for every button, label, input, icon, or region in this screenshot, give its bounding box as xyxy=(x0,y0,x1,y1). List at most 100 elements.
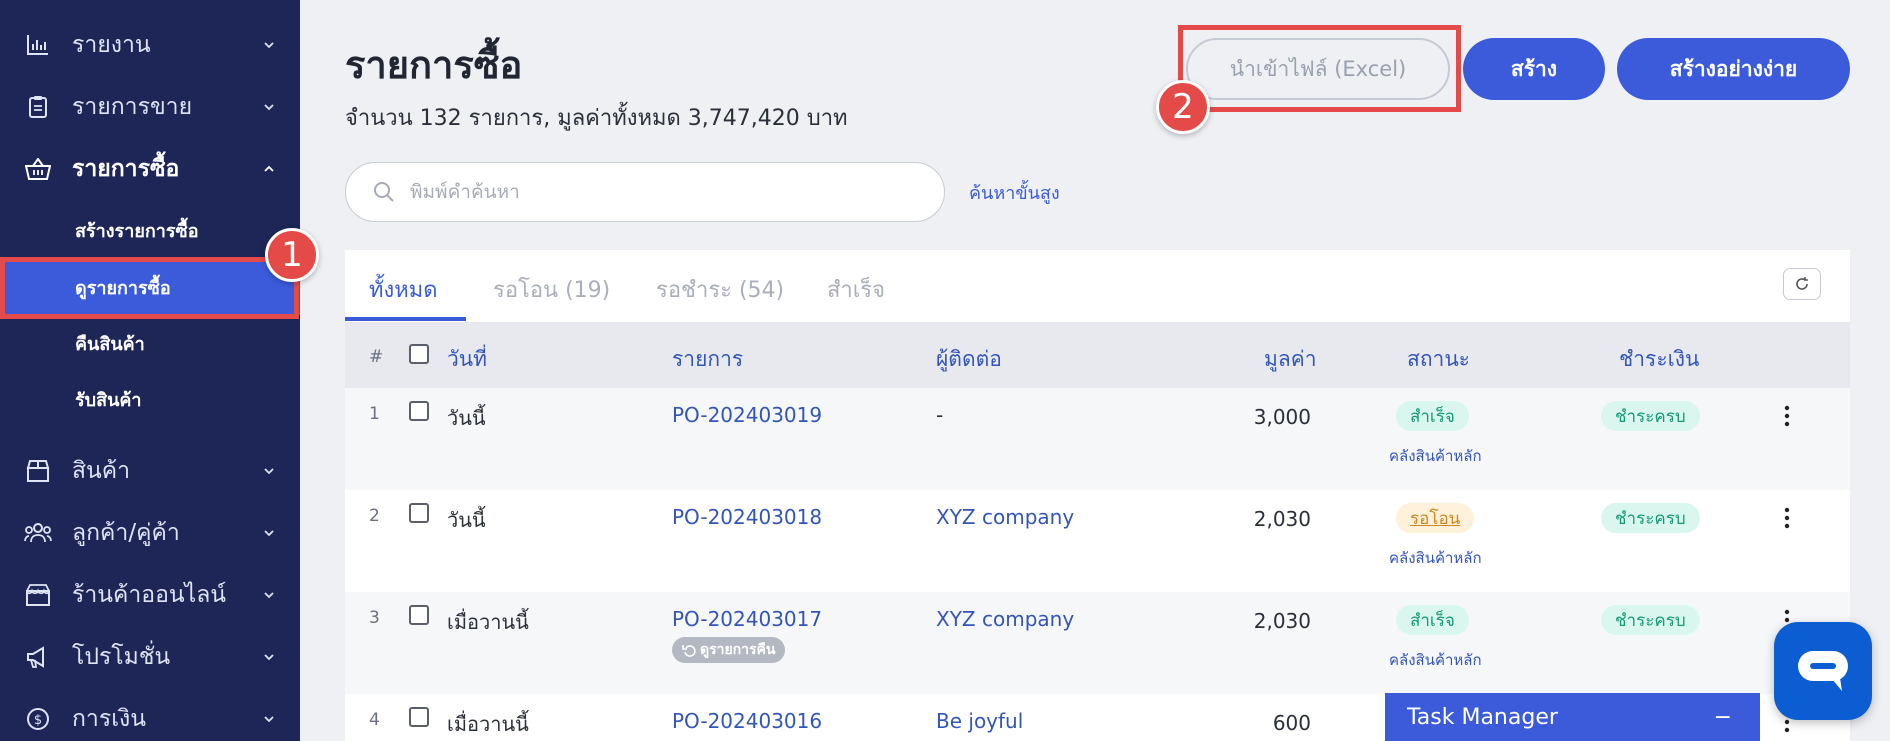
row-item-link[interactable]: PO-202403019 xyxy=(672,403,822,427)
status-badge: สำเร็จ xyxy=(1396,605,1469,635)
sidebar-item-label: สินค้า xyxy=(72,458,131,484)
refresh-button[interactable] xyxy=(1783,268,1821,300)
sidebar-subitem-returns[interactable]: คืนสินค้า xyxy=(0,315,300,371)
task-manager-title: Task Manager xyxy=(1407,704,1558,730)
sidebar-item-label: การเงิน xyxy=(72,706,147,732)
row-checkbox[interactable] xyxy=(409,503,429,523)
warehouse-link[interactable]: คลังสินค้าหลัก xyxy=(1389,648,1482,672)
select-all-checkbox[interactable] xyxy=(409,344,429,364)
page-summary: จำนวน 132 รายการ, มูลค่าทั้งหมด 3,747,42… xyxy=(345,106,848,131)
sidebar-subitem-label: สร้างรายการซื้อ xyxy=(75,220,199,242)
active-tab-indicator xyxy=(345,317,466,321)
column-header-value[interactable]: มูลค่า xyxy=(1264,343,1317,376)
more-options-icon[interactable] xyxy=(1784,405,1790,427)
column-header-item[interactable]: รายการ xyxy=(672,343,743,376)
payment-badge: ชำระครบ xyxy=(1601,503,1700,533)
row-checkbox[interactable] xyxy=(409,401,429,421)
sidebar-item-sales[interactable]: รายการขาย xyxy=(0,76,300,138)
column-header-payment[interactable]: ชำระเงิน xyxy=(1619,343,1699,376)
sidebar-item-finance[interactable]: $ การเงิน xyxy=(0,688,300,741)
sidebar-item-purchases[interactable]: รายการซื้อ xyxy=(0,138,300,200)
row-date: วันนี้ xyxy=(447,508,486,532)
chevron-up-icon xyxy=(264,165,274,172)
sidebar-item-online-store[interactable]: ร้านค้าออนไลน์ xyxy=(0,564,300,626)
more-options-icon[interactable] xyxy=(1784,507,1790,529)
view-return-label: ดูรายการคืน xyxy=(700,642,776,658)
row-value: 2,030 xyxy=(1253,507,1311,531)
view-return-chip[interactable]: ดูรายการคืน xyxy=(672,637,786,663)
tab-completed[interactable]: สำเร็จ xyxy=(827,272,885,307)
chevron-down-icon xyxy=(264,42,274,49)
tab-pending-payment[interactable]: รอชำระ (54) xyxy=(656,272,784,307)
highlight-box-step-2 xyxy=(1178,25,1461,112)
payment-badge: ชำระครบ xyxy=(1601,401,1700,431)
sidebar-item-label: รายการซื้อ xyxy=(72,156,180,182)
row-contact-link[interactable]: XYZ company xyxy=(936,607,1074,631)
column-header-status[interactable]: สถานะ xyxy=(1407,343,1470,376)
sidebar-item-products[interactable]: สินค้า xyxy=(0,440,300,502)
sidebar-item-customers[interactable]: ลูกค้า/คู่ค้า xyxy=(0,502,300,564)
row-date: วันนี้ xyxy=(447,406,486,430)
row-contact: - xyxy=(936,403,944,427)
sidebar-subitem-label: รับสินค้า xyxy=(75,389,142,411)
row-checkbox[interactable] xyxy=(409,605,429,625)
row-item-link[interactable]: PO-202403017 xyxy=(672,607,822,631)
store-icon xyxy=(24,581,52,609)
chat-button[interactable] xyxy=(1774,622,1872,720)
sidebar-subitem-receive[interactable]: รับสินค้า xyxy=(0,371,300,427)
column-header-number: # xyxy=(369,347,384,367)
row-item-link[interactable]: PO-202403018 xyxy=(672,505,822,529)
chart-icon xyxy=(24,31,52,59)
highlight-box-step-1 xyxy=(0,257,299,319)
column-header-date[interactable]: วันที่ xyxy=(447,343,487,376)
column-header-contact[interactable]: ผู้ติดต่อ xyxy=(936,343,1002,376)
step-2-badge: 2 xyxy=(1156,80,1210,134)
row-date: เมื่อวานนี้ xyxy=(447,712,529,736)
warehouse-link[interactable]: คลังสินค้าหลัก xyxy=(1389,546,1482,570)
row-contact-link[interactable]: XYZ company xyxy=(936,505,1074,529)
chevron-down-icon xyxy=(264,654,274,661)
advanced-search-link[interactable]: ค้นหาขั้นสูง xyxy=(969,178,1060,207)
megaphone-icon xyxy=(24,643,52,671)
sidebar-item-promotions[interactable]: โปรโมชั่น xyxy=(0,626,300,688)
tab-all[interactable]: ทั้งหมด xyxy=(369,272,438,307)
create-simple-button[interactable]: สร้างอย่างง่าย xyxy=(1617,38,1850,100)
chevron-down-icon xyxy=(264,530,274,537)
row-item-link[interactable]: PO-202403016 xyxy=(672,709,822,733)
chevron-down-icon xyxy=(264,104,274,111)
chevron-down-icon xyxy=(264,592,274,599)
search-box xyxy=(345,162,945,222)
row-checkbox[interactable] xyxy=(409,707,429,727)
status-badge[interactable]: รอโอน xyxy=(1396,503,1475,533)
sidebar-item-label: รายการขาย xyxy=(72,94,193,120)
box-icon xyxy=(24,457,52,485)
undo-icon xyxy=(682,645,696,657)
row-number: 3 xyxy=(369,608,380,628)
step-1-badge: 1 xyxy=(265,228,319,282)
row-value: 600 xyxy=(1272,711,1311,735)
basket-icon xyxy=(24,155,52,183)
tab-pending-transfer[interactable]: รอโอน (19) xyxy=(493,272,610,307)
sidebar-item-label: โปรโมชั่น xyxy=(72,644,171,670)
search-input[interactable] xyxy=(410,177,910,207)
chat-bubble-icon xyxy=(1798,651,1848,691)
row-value: 2,030 xyxy=(1253,609,1311,633)
dollar-icon: $ xyxy=(24,705,52,733)
sidebar-item-reports[interactable]: รายงาน xyxy=(0,14,300,76)
row-number: 4 xyxy=(369,710,380,730)
minimize-button[interactable]: − xyxy=(1714,705,1732,730)
task-manager-bar[interactable]: Task Manager − xyxy=(1385,693,1760,741)
warehouse-link[interactable]: คลังสินค้าหลัก xyxy=(1389,444,1482,468)
users-icon xyxy=(24,519,52,547)
create-button[interactable]: สร้าง xyxy=(1463,38,1605,100)
status-badge: สำเร็จ xyxy=(1396,401,1469,431)
row-number: 2 xyxy=(369,506,380,526)
clipboard-icon xyxy=(24,93,52,121)
row-contact-link[interactable]: Be joyful xyxy=(936,709,1023,733)
row-date: เมื่อวานนี้ xyxy=(447,610,529,634)
page-title: รายการซื้อ xyxy=(345,43,523,87)
sidebar-item-label: ลูกค้า/คู่ค้า xyxy=(72,520,180,546)
payment-badge: ชำระครบ xyxy=(1601,605,1700,635)
sidebar: รายงาน รายการขาย รายการซื้อ สร้างรายการซ… xyxy=(0,0,300,741)
sidebar-subitem-create-purchase[interactable]: สร้างรายการซื้อ xyxy=(0,202,300,258)
